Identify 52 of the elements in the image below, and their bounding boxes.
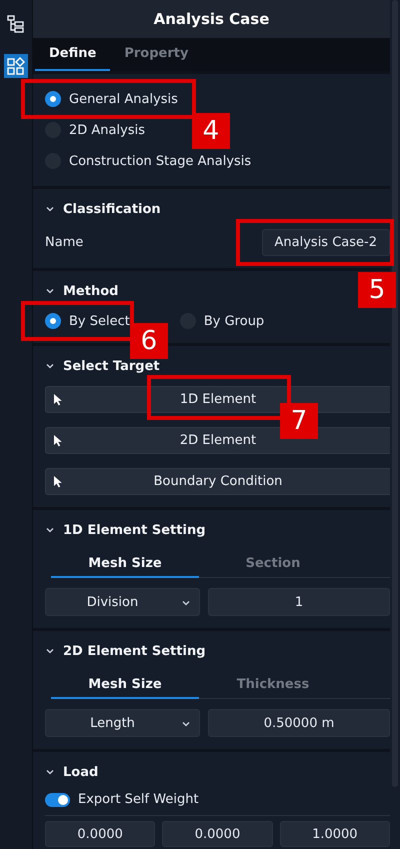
toggle-label: Export Self Weight [78,792,199,807]
section-title: Load [63,764,98,780]
section-title: Method [63,284,118,298]
radio-option[interactable]: General Analysis [45,91,178,107]
radio-option[interactable]: By Select [45,313,130,329]
panel-title: Analysis Case [154,10,270,28]
section-header[interactable]: 2D Element Setting [45,641,206,661]
radio-option[interactable]: 2D Analysis [45,122,145,138]
toggle-switch[interactable] [45,792,70,806]
tab[interactable]: Property [110,38,202,71]
chevron-icon [181,599,191,607]
chevron-icon [45,287,55,295]
value-field[interactable]: 0.0000 [162,821,273,847]
callout-number: 5 [358,272,396,308]
sub-tab[interactable]: Mesh Size [51,671,199,699]
value-field[interactable]: 0.50000 m [208,709,390,737]
chevron-icon [45,205,55,213]
sub-tab[interactable]: Mesh Size [51,550,199,578]
sub-tab[interactable]: Section [199,550,347,578]
section-title: 1D Element Setting [63,522,206,538]
section-header[interactable]: Classification [45,199,161,219]
section-title: 2D Element Setting [63,644,206,658]
value-field[interactable]: 0.0000 [45,821,156,847]
value-field[interactable]: 1.0000 [280,821,390,847]
dropdown[interactable]: Length [45,709,200,737]
callout-number: 6 [130,323,168,359]
radio-option[interactable]: By Group [180,313,264,329]
section-header[interactable]: Method [45,281,118,301]
name-field[interactable]: Analysis Case-2 [262,229,390,256]
section-header[interactable]: Load [45,762,98,782]
section-header[interactable]: Select Target [45,356,160,376]
select-target-button[interactable]: Boundary Condition [45,468,390,495]
value-field[interactable]: 1 [208,588,390,616]
cursor-icon [53,434,63,447]
section-title: Select Target [63,358,160,374]
section-header[interactable]: 1D Element Setting [45,520,206,540]
scrollbar-thumb[interactable] [392,0,398,787]
radio-option[interactable]: Construction Stage Analysis [45,153,252,169]
chevron-icon [45,362,55,370]
chevron-icon [45,647,55,655]
chevron-icon [181,720,191,728]
cursor-icon [53,393,63,406]
callout-number: 4 [192,113,230,149]
dropdown[interactable]: Division [45,588,200,616]
chevron-icon [45,768,55,776]
tab[interactable]: Define [35,38,110,71]
cursor-icon [53,475,63,488]
section-title: Classification [63,202,161,216]
callout-number: 7 [280,403,318,439]
field-label: Name [45,235,84,250]
sub-tab[interactable]: Thickness [199,671,347,699]
chevron-icon [45,526,55,534]
